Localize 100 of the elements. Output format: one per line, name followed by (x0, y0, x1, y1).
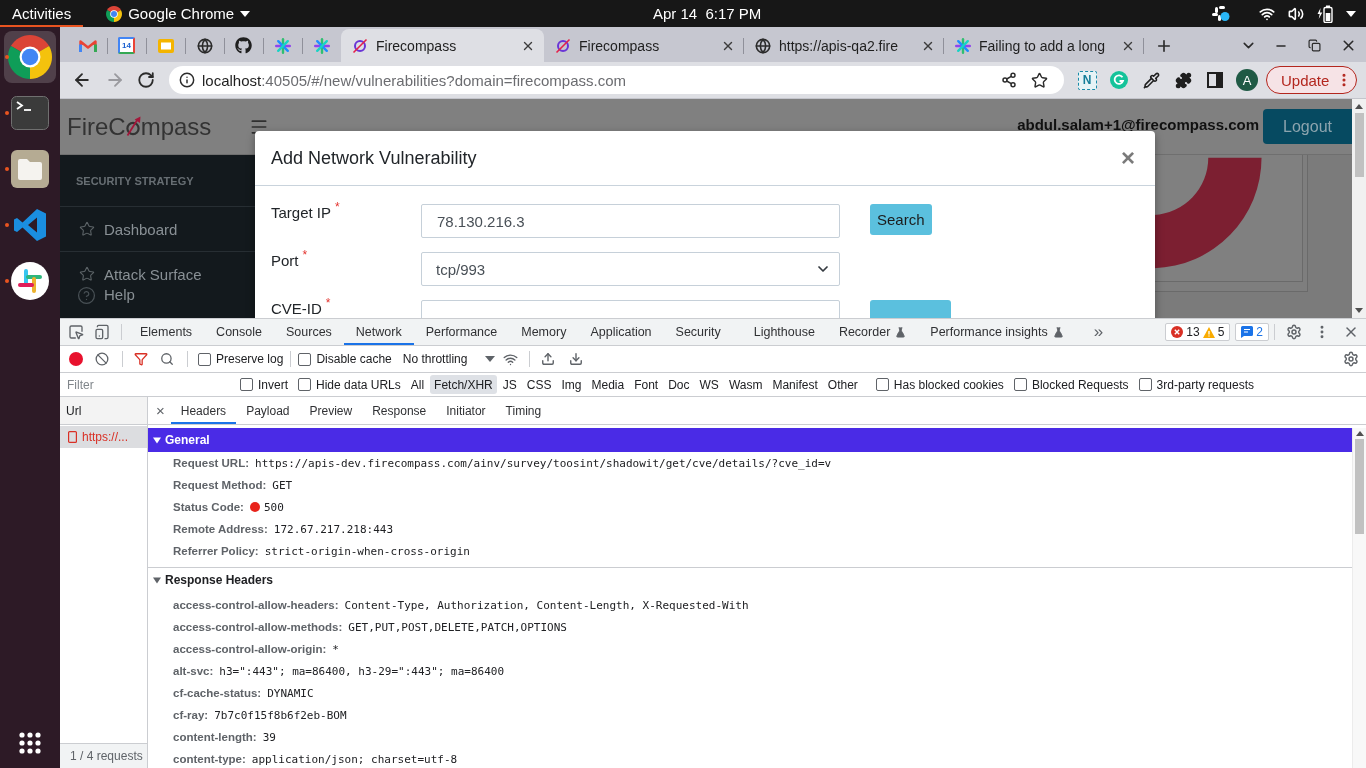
address-bar[interactable]: localhost:40505/#/new/vulnerabilities?domain=firecompass.com (169, 66, 1064, 94)
scroll-up-arrow-icon[interactable] (1355, 431, 1364, 436)
volume-icon[interactable] (1288, 5, 1304, 22)
info-icon[interactable] (179, 72, 195, 88)
more-tabs-button[interactable]: » (1085, 319, 1112, 345)
panel-tab[interactable]: Sources (274, 319, 344, 345)
scroll-up-arrow-icon[interactable] (1355, 104, 1363, 109)
profile-avatar[interactable]: A (1236, 69, 1258, 91)
restore-icon[interactable] (1307, 39, 1321, 52)
filter-type-button[interactable]: JS (498, 375, 521, 394)
text-input[interactable]: 78.130.216.3 (421, 204, 840, 238)
filter-type-button[interactable]: All (406, 375, 429, 394)
panel-tab[interactable]: Performance insights (918, 319, 1076, 345)
filter-type-button[interactable]: Wasm (724, 375, 767, 394)
asterisk-icon[interactable] (274, 37, 291, 54)
inspect-icon[interactable] (68, 324, 84, 340)
detail-tab[interactable]: Headers (170, 397, 237, 424)
asterisk-icon[interactable] (313, 37, 330, 54)
throttling-select[interactable]: No throttling (402, 352, 496, 366)
search-icon[interactable] (160, 352, 174, 366)
scrollbar[interactable] (1352, 99, 1366, 318)
detail-tab[interactable]: Payload (236, 397, 300, 424)
app-menu[interactable]: Google Chrome (128, 5, 235, 22)
browser-tab[interactable]: https://apis-qa2.fire (744, 29, 944, 62)
filter-type-button[interactable]: CSS (522, 375, 556, 394)
browser-tab[interactable]: Firecompass (341, 29, 544, 62)
star-icon[interactable] (1030, 71, 1048, 89)
device-icon[interactable] (94, 324, 110, 340)
detail-tab[interactable]: Initiator (436, 397, 496, 424)
filter-type-button[interactable]: Img (557, 375, 586, 394)
panel-tab[interactable]: Performance (413, 319, 510, 345)
globe-icon[interactable] (196, 37, 213, 54)
logout-button[interactable]: Logout (1263, 109, 1352, 144)
caret-icon[interactable] (240, 10, 251, 17)
checkbox[interactable] (198, 352, 211, 366)
checkbox[interactable] (240, 378, 253, 391)
browser-tab[interactable]: Firecompass (544, 29, 744, 62)
download-icon[interactable] (569, 352, 584, 366)
checkbox[interactable] (1138, 378, 1152, 391)
panel-tab[interactable]: Network (343, 319, 414, 345)
filter-type-button[interactable]: Manifest (768, 375, 822, 394)
clear-icon[interactable] (95, 352, 109, 366)
close-button[interactable]: × (154, 397, 171, 424)
filter-icon[interactable] (134, 352, 148, 366)
filter-type-button[interactable]: Font (630, 375, 663, 394)
filter-type-button[interactable]: WS (695, 375, 723, 394)
checkbox[interactable] (875, 378, 889, 391)
detail-tab[interactable]: Timing (495, 397, 552, 424)
upload-icon[interactable] (541, 352, 556, 366)
extension-button[interactable]: N (1077, 70, 1097, 90)
scrollbar-thumb[interactable] (1355, 439, 1364, 534)
scrollbar-thumb[interactable] (1354, 113, 1364, 177)
panel-tab[interactable]: Memory (509, 319, 579, 345)
share-icon[interactable] (1001, 72, 1017, 88)
scroll-down-arrow-icon[interactable] (1355, 308, 1363, 313)
record-icon[interactable] (69, 352, 83, 366)
app-indicator-icon[interactable] (1212, 5, 1230, 22)
filter-type-button[interactable]: Other (823, 375, 862, 394)
section-header[interactable]: Response Headers (148, 568, 1352, 592)
panel-tab[interactable]: Security (663, 319, 733, 345)
reload-icon[interactable] (137, 71, 155, 89)
puzzle-icon[interactable] (1174, 71, 1192, 89)
checkbox[interactable] (298, 352, 312, 366)
panel-tab[interactable]: Recorder (826, 319, 919, 345)
eyedropper-icon[interactable] (1142, 71, 1160, 89)
caret-icon[interactable] (1346, 10, 1356, 17)
checkbox[interactable] (298, 378, 311, 391)
checkbox[interactable] (1013, 378, 1027, 391)
port-select[interactable]: tcp/993 (421, 252, 840, 286)
clock[interactable]: Apr 14 6:17 PM (652, 5, 762, 22)
battery-icon[interactable] (1317, 4, 1333, 23)
panel-tab[interactable]: Elements (128, 319, 205, 345)
section-header[interactable]: General (148, 428, 1352, 452)
help-link[interactable]: Help (60, 281, 255, 318)
panel-tab[interactable]: Lighthouse (741, 319, 827, 345)
settings-icon[interactable] (1286, 324, 1302, 340)
messages-counter[interactable]: 2 (1235, 323, 1269, 341)
close-button[interactable]: × (1117, 146, 1139, 170)
filter-type-button[interactable]: Doc (664, 375, 694, 394)
panel-tab[interactable]: Application (578, 319, 664, 345)
app-grid-icon[interactable] (19, 732, 41, 754)
update-button[interactable]: Update (1266, 66, 1357, 94)
filter-type-button[interactable]: Fetch/XHR (430, 375, 497, 394)
issues-counter[interactable]: 13 5 (1165, 323, 1231, 341)
search-button[interactable]: Search (870, 204, 932, 235)
cat-logo-icon[interactable] (235, 37, 252, 54)
back-icon[interactable] (72, 70, 92, 90)
filter-type-button[interactable]: Media (587, 375, 629, 394)
wifi-icon[interactable] (502, 351, 518, 367)
calendar-icon[interactable]: 14 (118, 37, 135, 54)
detail-tab[interactable]: Preview (299, 397, 363, 424)
side-panel-icon[interactable] (1207, 72, 1223, 88)
close-icon[interactable] (1343, 324, 1359, 340)
scrollbar[interactable] (1352, 428, 1366, 768)
detail-tab[interactable]: Response (362, 397, 437, 424)
browser-tab[interactable]: Failing to add a long (944, 29, 1144, 62)
request-row[interactable]: https://... (60, 426, 147, 448)
dock-item[interactable] (4, 31, 56, 83)
settings-icon[interactable] (1343, 351, 1359, 367)
panel-tab[interactable]: Console (204, 319, 274, 345)
